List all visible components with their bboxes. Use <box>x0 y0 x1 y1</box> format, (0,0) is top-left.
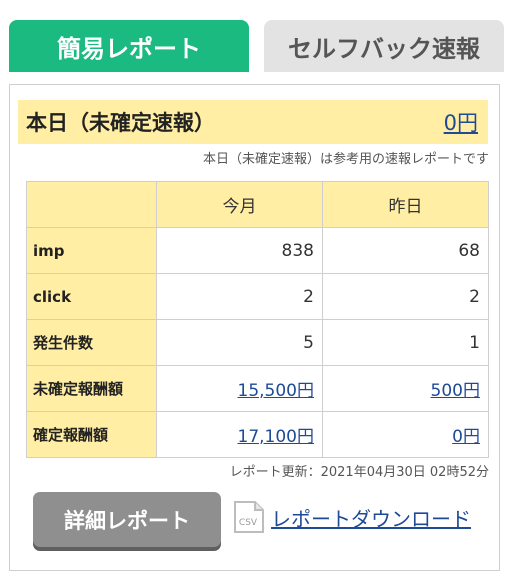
row-label-imp: imp <box>26 227 157 274</box>
unconfirmed-reward-this-month: 15,500円 <box>156 365 323 412</box>
today-title: 本日（未確定速報） <box>26 111 215 135</box>
table-header-row: 今月 昨日 <box>26 181 489 228</box>
download-label: レポートダウンロード <box>271 506 471 531</box>
row-label-unconfirmed-reward: 未確定報酬額 <box>26 365 157 412</box>
table-row: 発生件数 5 1 <box>26 319 489 366</box>
tab-selfback-report[interactable]: セルフバック速報 <box>264 20 504 72</box>
report-tabs: 簡易レポート セルフバック速報 <box>9 20 504 72</box>
report-download-link[interactable]: CSV レポートダウンロード <box>233 500 471 534</box>
today-note: 本日（未確定速報）は参考用の速報レポートです <box>202 152 489 167</box>
click-yesterday: 2 <box>322 273 489 320</box>
confirmed-reward-yesterday: 0円 <box>322 411 489 458</box>
table-row: 未確定報酬額 15,500円 500円 <box>26 365 489 412</box>
today-summary: 本日（未確定速報） 0円 <box>18 100 488 144</box>
unconfirmed-reward-yesterday: 500円 <box>322 365 489 412</box>
tab-simple-report[interactable]: 簡易レポート <box>9 20 249 72</box>
csv-file-icon: CSV <box>233 500 265 534</box>
today-value-link[interactable]: 0円 <box>444 107 478 137</box>
confirmed-reward-this-month: 17,100円 <box>156 411 323 458</box>
imp-this-month: 838 <box>156 227 323 274</box>
row-label-occurrences: 発生件数 <box>26 319 157 366</box>
click-this-month: 2 <box>156 273 323 320</box>
report-updated-time: レポート更新：2021年04月30日 02時52分 <box>229 465 489 480</box>
table-row: click 2 2 <box>26 273 489 320</box>
header-corner <box>26 181 157 228</box>
unconfirmed-reward-yesterday-link[interactable]: 500円 <box>431 381 480 401</box>
table-row: imp 838 68 <box>26 227 489 274</box>
confirmed-reward-yesterday-link[interactable]: 0円 <box>452 427 480 447</box>
detail-report-button[interactable]: 詳細レポート <box>33 492 221 547</box>
csv-icon-label: CSV <box>239 518 258 528</box>
occurrences-yesterday: 1 <box>322 319 489 366</box>
imp-yesterday: 68 <box>322 227 489 274</box>
row-label-click: click <box>26 273 157 320</box>
unconfirmed-reward-this-month-link[interactable]: 15,500円 <box>238 381 314 401</box>
occurrences-this-month: 5 <box>156 319 323 366</box>
row-label-confirmed-reward: 確定報酬額 <box>26 411 157 458</box>
confirmed-reward-this-month-link[interactable]: 17,100円 <box>238 427 314 447</box>
table-row: 確定報酬額 17,100円 0円 <box>26 411 489 458</box>
stats-table: 今月 昨日 imp 838 68 click 2 2 発生件数 5 1 未確定報… <box>26 181 489 458</box>
header-yesterday: 昨日 <box>322 181 489 228</box>
header-this-month: 今月 <box>156 181 323 228</box>
